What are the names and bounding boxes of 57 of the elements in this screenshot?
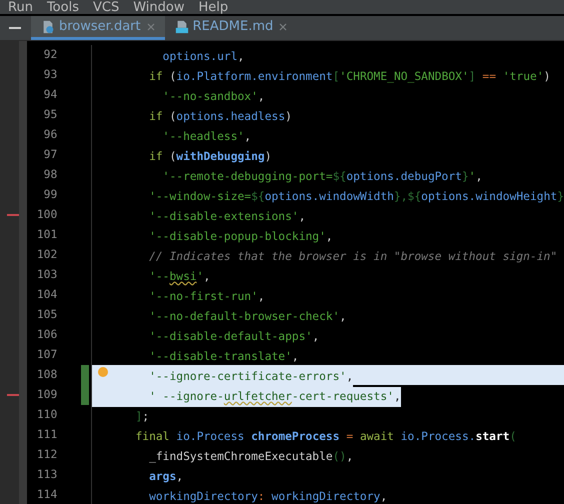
code-line: '--disable-translate',	[148, 349, 299, 365]
line-number: 108	[36, 367, 58, 383]
line-number: 96	[42, 127, 58, 143]
line-number: 106	[36, 327, 58, 343]
line-number: 95	[42, 107, 58, 123]
code-line: '--bwsi',	[148, 269, 210, 285]
code-line: _findSystemChromeExecutable(),	[148, 449, 354, 465]
code-line: options.url,	[162, 49, 244, 65]
line-number: 107	[36, 347, 58, 363]
line-number: 112	[36, 447, 58, 463]
code-line: '--disable-default-apps',	[148, 329, 320, 345]
line-number: 103	[36, 267, 58, 283]
line-number: 109	[36, 387, 58, 403]
close-icon[interactable]	[144, 22, 157, 30]
code-line: '--no-default-browser-check',	[148, 309, 346, 325]
line-number: 97	[42, 147, 58, 163]
code-line: '--disable-extensions',	[148, 209, 306, 225]
line-number: 98	[42, 167, 58, 183]
line-number: 114	[36, 487, 58, 503]
line-number: 99	[42, 187, 58, 203]
code-line: '--no-sandbox',	[162, 89, 265, 105]
line-number: 110	[36, 407, 58, 423]
editor-tab[interactable]: browser.dart	[31, 16, 165, 40]
line-number: 93	[42, 67, 58, 83]
code-line: '--window-size=${options.windowWidth},${options.windowHeight}	[148, 189, 564, 205]
line-number: 100	[36, 207, 58, 223]
code-line: args,	[148, 469, 184, 485]
line-number: 104	[36, 287, 58, 303]
file-icon	[174, 20, 189, 34]
code-line: final io.Process chromeProcess = await io.Process.start(	[134, 429, 516, 445]
code-line: if (io.Platform.environment['CHROME_NO_SANDBOX'] == 'true')	[148, 69, 550, 85]
code-line: '--disable-popup-blocking',	[148, 229, 333, 245]
close-icon[interactable]	[277, 22, 290, 30]
code-line: if (options.headless)	[148, 109, 292, 125]
line-number: 111	[36, 427, 58, 443]
line-number: 94	[42, 87, 58, 103]
menu-item[interactable]: Tools	[46, 1, 79, 14]
menu-item[interactable]: VCS	[92, 1, 120, 14]
code-line: '--remote-debugging-port=${options.debugPort}',	[162, 169, 482, 185]
code-line: ];	[134, 409, 150, 425]
line-number: 101	[36, 227, 58, 243]
editor-tab[interactable]: README.md	[164, 16, 298, 40]
code-line: if (withDebugging)	[148, 149, 272, 165]
menu-item[interactable]: Run	[8, 1, 33, 14]
minimize-icon[interactable]	[9, 27, 21, 29]
code-line: '--headless',	[162, 129, 252, 145]
scrollbar[interactable]	[19, 41, 28, 504]
line-number: 105	[36, 307, 58, 323]
menu-item[interactable]: Help	[198, 1, 228, 14]
file-icon	[41, 20, 55, 34]
line-number: 113	[36, 467, 58, 483]
line-number: 102	[36, 247, 58, 263]
code-line: '--no-first-run',	[148, 289, 265, 305]
line-number: 92	[42, 47, 58, 63]
code-line: // Indicates that the browser is in "browse without sign-in"	[148, 249, 558, 265]
menu-item[interactable]: Window	[133, 1, 184, 14]
code-line: workingDirectory: workingDirectory,	[148, 489, 388, 504]
